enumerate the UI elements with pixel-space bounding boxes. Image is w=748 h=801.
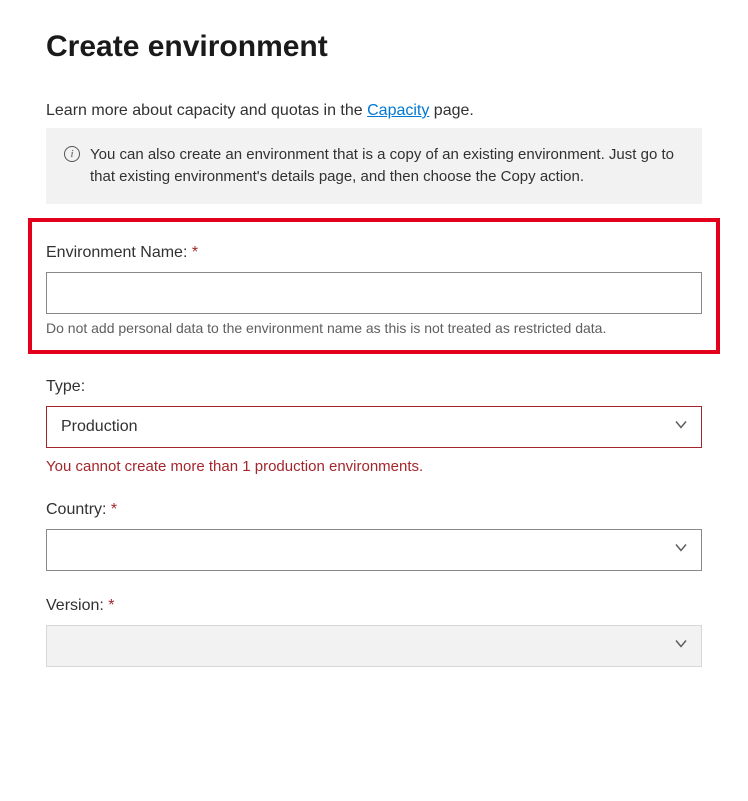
version-field: Version: * — [46, 597, 702, 667]
intro-text: Learn more about capacity and quotas in … — [46, 102, 702, 120]
required-asterisk: * — [192, 244, 198, 261]
type-error-text: You cannot create more than 1 production… — [46, 458, 702, 475]
page-title: Create environment — [46, 30, 702, 64]
country-label: Country: * — [46, 501, 702, 519]
required-asterisk: * — [111, 501, 117, 518]
info-text: You can also create an environment that … — [90, 144, 684, 188]
country-field: Country: * — [46, 501, 702, 571]
type-label: Type: — [46, 378, 702, 396]
environment-name-input[interactable] — [46, 272, 702, 314]
required-asterisk: * — [108, 597, 114, 614]
country-select[interactable] — [46, 529, 702, 571]
intro-prefix: Learn more about capacity and quotas in … — [46, 102, 367, 119]
info-box: i You can also create an environment tha… — [46, 128, 702, 204]
capacity-link[interactable]: Capacity — [367, 102, 429, 119]
version-select[interactable] — [46, 625, 702, 667]
intro-suffix: page. — [429, 102, 473, 119]
type-select[interactable]: Production — [46, 406, 702, 448]
version-label: Version: * — [46, 597, 702, 615]
type-field: Type: Production You cannot create more … — [46, 378, 702, 475]
environment-name-highlight: Environment Name: * Do not add personal … — [28, 218, 720, 354]
info-icon: i — [64, 146, 80, 162]
environment-name-helper: Do not add personal data to the environm… — [46, 320, 702, 336]
type-selected-value: Production — [61, 418, 138, 436]
environment-name-label: Environment Name: * — [46, 244, 702, 262]
